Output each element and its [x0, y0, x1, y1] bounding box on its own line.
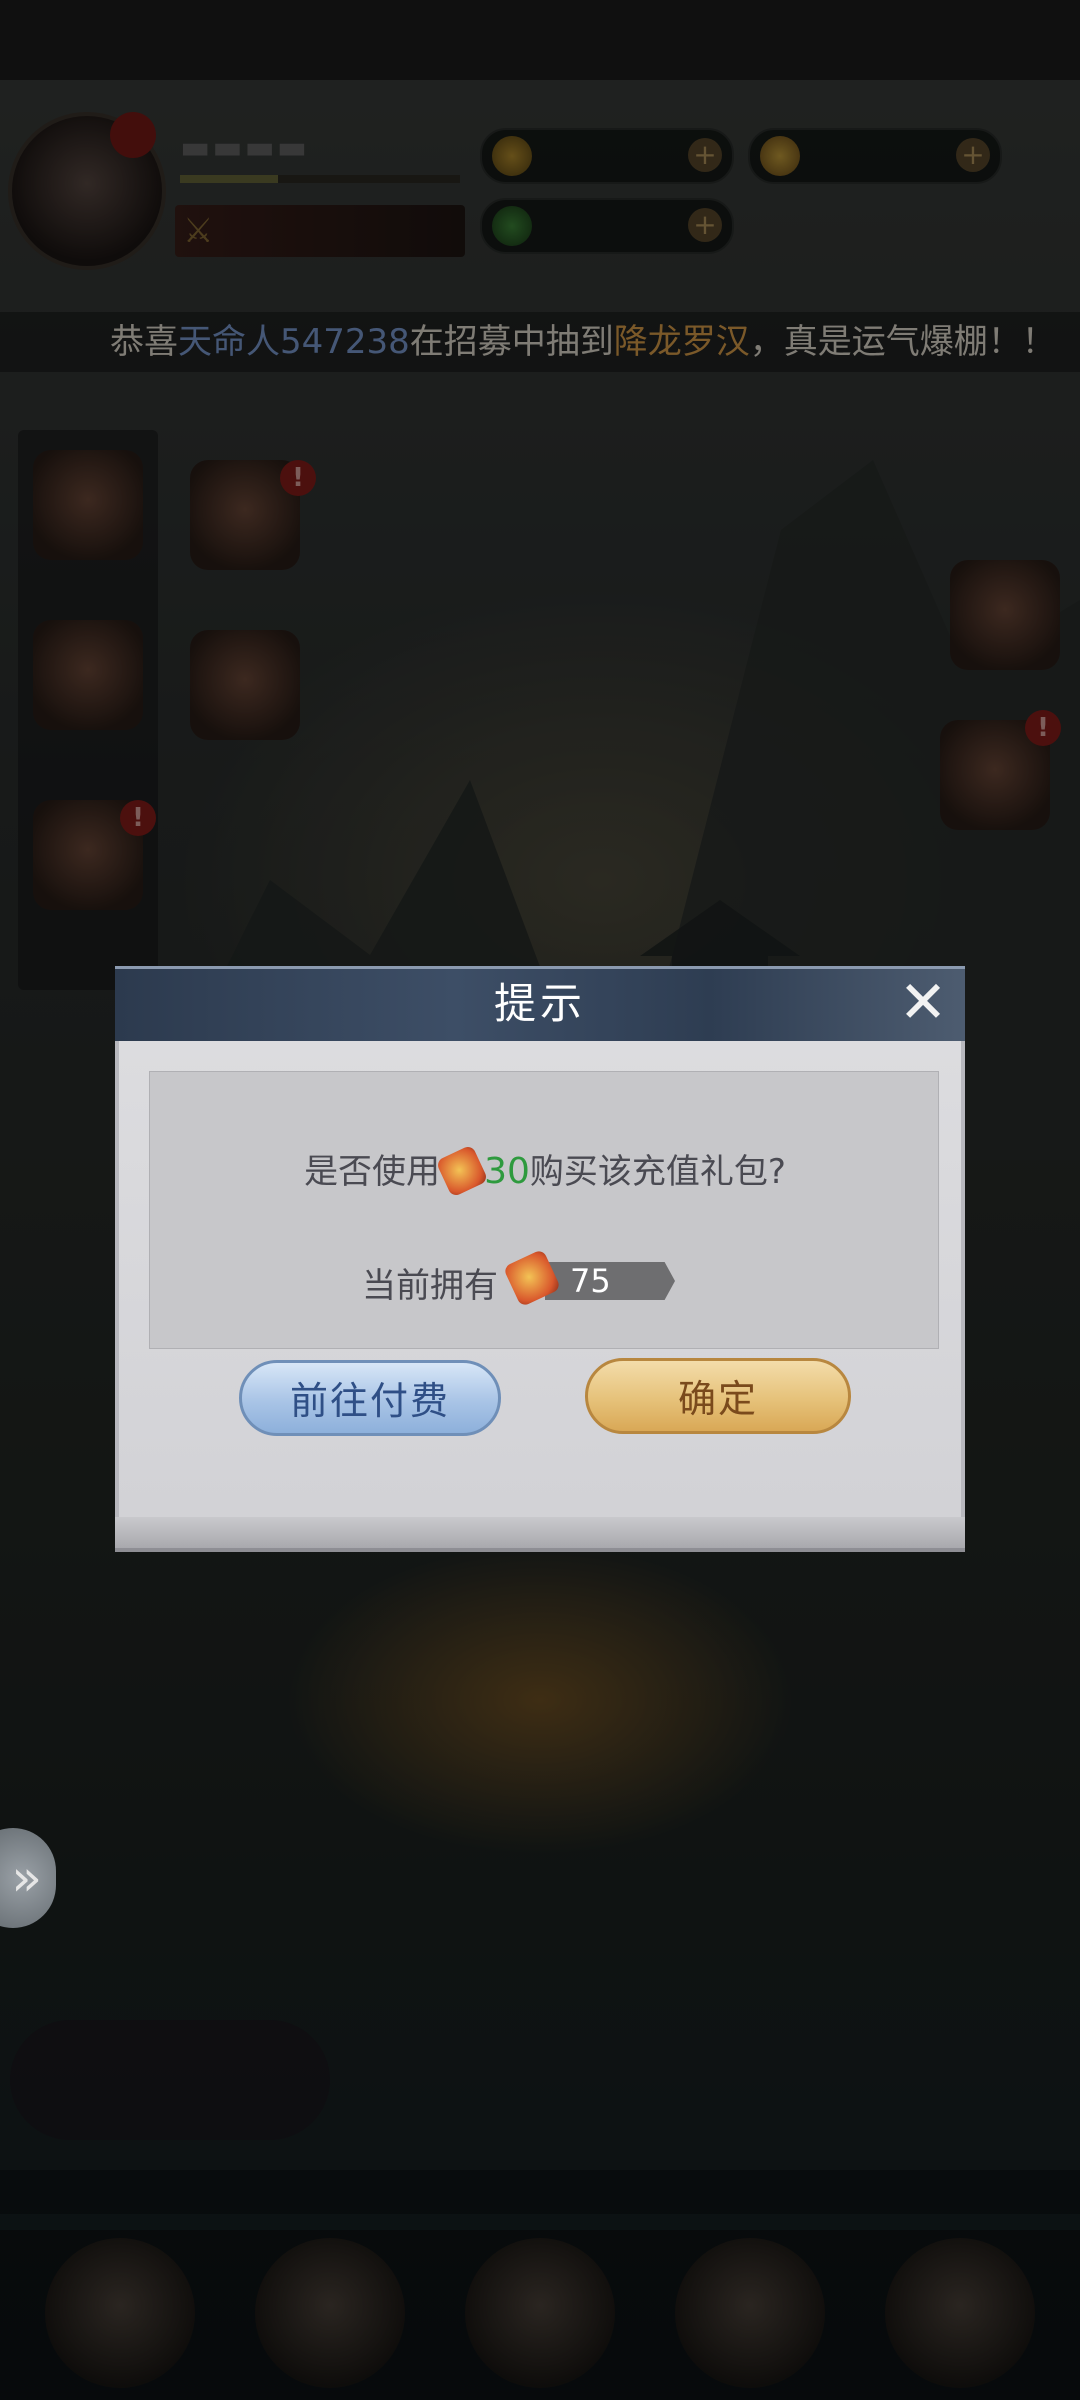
question-prefix: 是否使用 — [304, 1152, 441, 1192]
owned-label: 当前拥有 — [362, 1266, 498, 1306]
go-to-pay-button[interactable]: 前往付费 — [239, 1360, 501, 1436]
dialog-footer-trim — [115, 1517, 965, 1552]
recharge-token-icon — [435, 1144, 489, 1198]
confirm-button[interactable]: 确定 — [585, 1358, 851, 1434]
dialog-message-panel: 是否使用 30购买该充值礼包? 当前拥有 75 — [149, 1071, 939, 1349]
close-icon[interactable]: ✕ — [891, 970, 955, 1034]
question-suffix: 购买该充值礼包? — [529, 1152, 786, 1192]
dialog-body: 是否使用 30购买该充值礼包? 当前拥有 75 前往付费 确定 — [115, 1041, 965, 1517]
status-bar — [0, 0, 1080, 80]
dialog-title: 提示 — [493, 979, 586, 1028]
purchase-question: 是否使用 30购买该充值礼包? — [150, 1144, 940, 1198]
purchase-confirm-dialog: 提示 ✕ 是否使用 30购买该充值礼包? 当前拥有 75 前往付费 确定 — [115, 966, 965, 1552]
owned-value: 75 — [570, 1262, 611, 1300]
owned-row: 当前拥有 75 — [150, 1248, 940, 1308]
price-value: 30 — [484, 1151, 530, 1192]
